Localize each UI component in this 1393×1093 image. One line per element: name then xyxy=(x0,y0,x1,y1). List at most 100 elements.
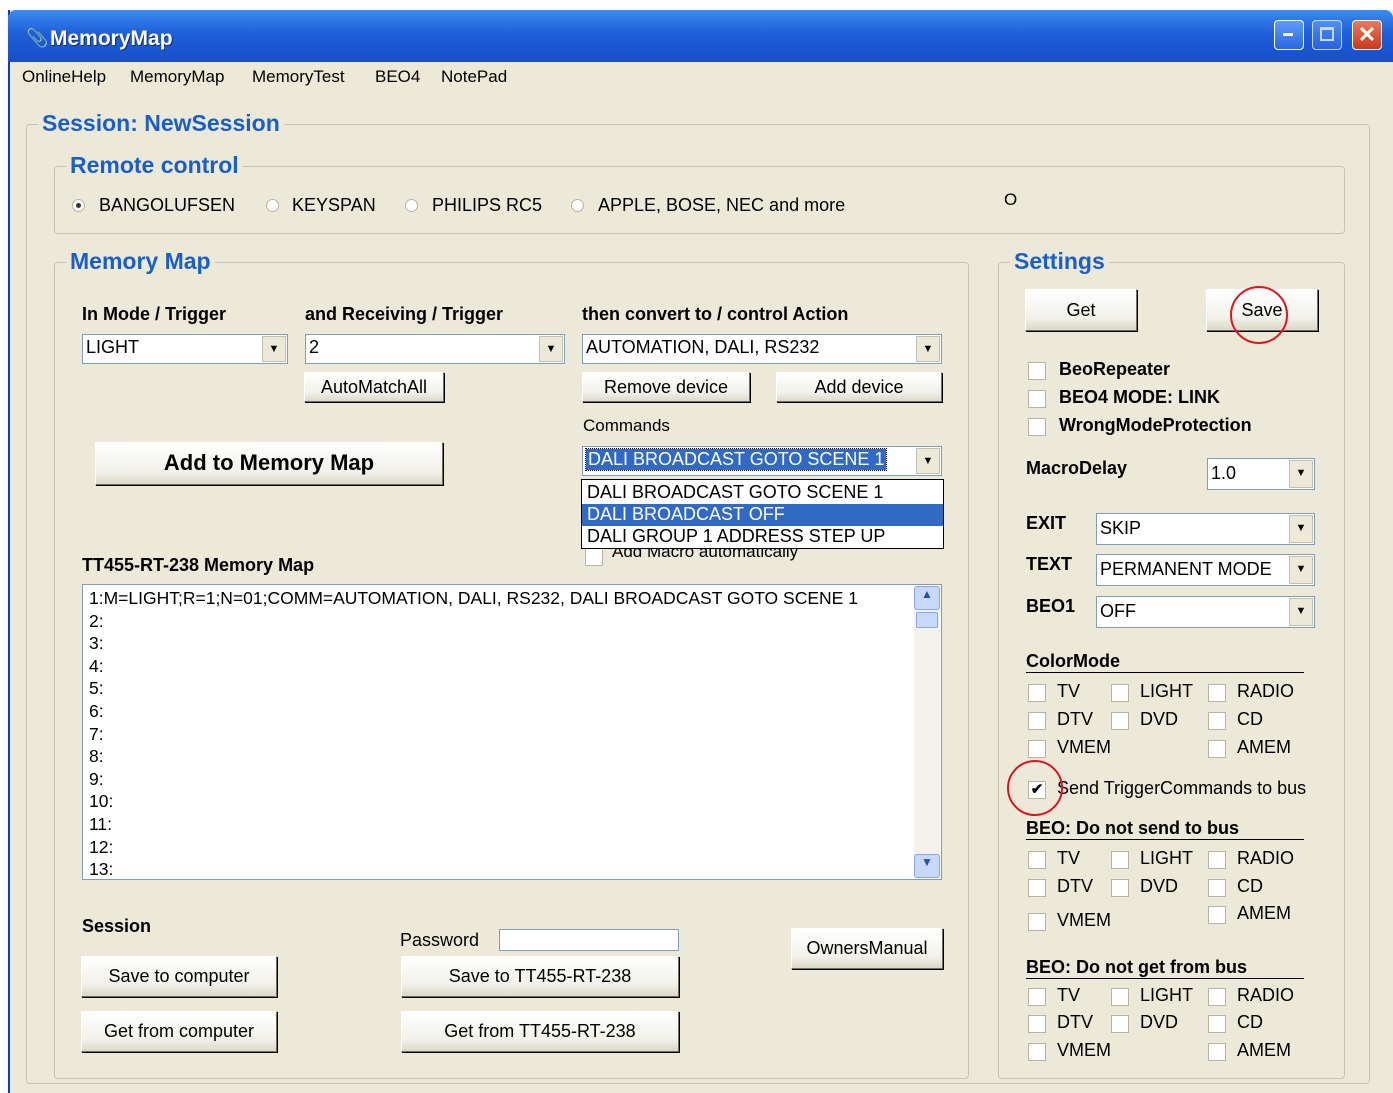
session-title: Session: NewSession xyxy=(38,110,284,137)
receiving-select[interactable]: 2 ▼ xyxy=(305,334,565,364)
commands-select[interactable]: DALI BROADCAST GOTO SCENE 1 ▼ xyxy=(582,446,942,476)
noget-dvd-checkbox[interactable] xyxy=(1111,1015,1129,1033)
maximize-icon xyxy=(1320,27,1334,41)
noget-tv-label: TV xyxy=(1057,985,1081,1005)
menu-memorymap[interactable]: MemoryMap xyxy=(130,67,224,87)
nosend-amem-checkbox[interactable] xyxy=(1208,906,1226,924)
nosend-tv-checkbox[interactable] xyxy=(1028,851,1046,869)
colormode-dvd-label: DVD xyxy=(1140,709,1179,729)
exit-select[interactable]: SKIP ▼ xyxy=(1096,513,1315,545)
get-from-computer-button[interactable]: Get from computer xyxy=(81,1011,277,1052)
nosend-dvd-checkbox[interactable] xyxy=(1111,879,1129,897)
save-to-device-button[interactable]: Save to TT455-RT-238 xyxy=(401,956,679,997)
memory-map-line: 1:M=LIGHT;R=1;N=01;COMM=AUTOMATION, DALI… xyxy=(89,588,858,608)
radio-philips[interactable] xyxy=(405,199,418,212)
nosend-radio-label: RADIO xyxy=(1237,848,1295,868)
colormode-amem-checkbox[interactable] xyxy=(1208,740,1226,758)
automatchall-button[interactable]: AutoMatchAll xyxy=(304,372,444,402)
scroll-down-button[interactable]: ▼ xyxy=(914,854,940,878)
chevron-down-icon[interactable]: ▼ xyxy=(539,336,563,362)
maximize-button[interactable] xyxy=(1312,20,1342,50)
wrongmode-checkbox[interactable] xyxy=(1028,418,1046,436)
owners-manual-button[interactable]: OwnersManual xyxy=(791,928,943,969)
colormode-radio-checkbox[interactable] xyxy=(1208,684,1226,702)
menu-notepad[interactable]: NotePad xyxy=(441,67,507,87)
no-send-underline xyxy=(1026,839,1304,840)
colormode-light-checkbox[interactable] xyxy=(1111,684,1129,702)
settings-save-button[interactable]: Save xyxy=(1206,289,1318,331)
title-bar[interactable]: 📎 MemoryMap xyxy=(8,10,1393,62)
memory-map-line: 5: xyxy=(89,678,104,699)
scroll-up-button[interactable]: ▲ xyxy=(914,586,940,610)
chevron-down-icon[interactable]: ▼ xyxy=(1289,598,1313,626)
close-button[interactable]: ✕ xyxy=(1352,20,1382,50)
radio-apple[interactable] xyxy=(571,199,584,212)
add-to-memory-map-button[interactable]: Add to Memory Map xyxy=(95,442,443,485)
text-select[interactable]: PERMANENT MODE ▼ xyxy=(1096,554,1315,586)
nosend-light-checkbox[interactable] xyxy=(1111,851,1129,869)
beo1-select[interactable]: OFF ▼ xyxy=(1096,596,1315,628)
chevron-down-icon[interactable]: ▼ xyxy=(916,336,940,362)
macrodelay-select[interactable]: 1.0 ▼ xyxy=(1207,458,1315,490)
memory-map-textarea[interactable]: 1:M=LIGHT;R=1;N=01;COMM=AUTOMATION, DALI… xyxy=(82,584,942,880)
menu-memorytest[interactable]: MemoryTest xyxy=(252,67,345,87)
noget-cd-label: CD xyxy=(1237,1012,1263,1032)
remove-device-button[interactable]: Remove device xyxy=(582,372,750,402)
memory-map-line: 10: xyxy=(89,791,114,812)
save-to-computer-button[interactable]: Save to computer xyxy=(81,956,277,997)
noget-tv-checkbox[interactable] xyxy=(1028,988,1046,1006)
dropdown-option[interactable]: DALI GROUP 1 ADDRESS STEP UP xyxy=(582,526,943,548)
mode-select[interactable]: LIGHT ▼ xyxy=(82,334,288,364)
colormode-vmem-label: VMEM xyxy=(1057,737,1111,757)
radio-philips-label: PHILIPS RC5 xyxy=(432,195,543,215)
remote-control-title: Remote control xyxy=(66,152,243,179)
radio-bangolufsen-label: BANGOLUFSEN xyxy=(99,195,236,215)
settings-get-button[interactable]: Get xyxy=(1025,289,1137,331)
noget-radio-checkbox[interactable] xyxy=(1208,988,1226,1006)
noget-dtv-checkbox[interactable] xyxy=(1028,1015,1046,1033)
nosend-dtv-checkbox[interactable] xyxy=(1028,879,1046,897)
colormode-cd-checkbox[interactable] xyxy=(1208,712,1226,730)
action-label: then convert to / control Action xyxy=(582,304,849,324)
add-device-button[interactable]: Add device xyxy=(776,372,942,402)
nosend-cd-checkbox[interactable] xyxy=(1208,879,1226,897)
send-trigger-checkbox[interactable]: ✔ xyxy=(1028,781,1046,799)
menu-beo4[interactable]: BEO4 xyxy=(375,67,420,87)
colormode-tv-checkbox[interactable] xyxy=(1028,684,1046,702)
noget-dvd-label: DVD xyxy=(1140,1012,1179,1032)
add-macro-checkbox[interactable] xyxy=(585,548,603,566)
action-select[interactable]: AUTOMATION, DALI, RS232 ▼ xyxy=(582,334,942,364)
dropdown-option[interactable]: DALI BROADCAST GOTO SCENE 1 xyxy=(582,482,943,504)
scrollbar[interactable]: ▲ ▼ xyxy=(914,586,940,878)
text-label: TEXT xyxy=(1026,554,1073,574)
colormode-vmem-checkbox[interactable] xyxy=(1028,740,1046,758)
noget-light-checkbox[interactable] xyxy=(1111,988,1129,1006)
receiving-label: and Receiving / Trigger xyxy=(305,304,504,324)
beorepeater-checkbox[interactable] xyxy=(1028,362,1046,380)
radio-bangolufsen[interactable] xyxy=(72,199,85,212)
nosend-vmem-label: VMEM xyxy=(1057,910,1111,930)
nosend-vmem-checkbox[interactable] xyxy=(1028,913,1046,931)
colormode-dvd-checkbox[interactable] xyxy=(1111,712,1129,730)
colormode-dtv-checkbox[interactable] xyxy=(1028,712,1046,730)
send-trigger-label: Send TriggerCommands to bus xyxy=(1057,778,1307,798)
dropdown-option-highlighted[interactable]: DALI BROADCAST OFF xyxy=(582,504,943,526)
minimize-button[interactable] xyxy=(1274,20,1304,50)
noget-amem-checkbox[interactable] xyxy=(1208,1043,1226,1061)
nosend-radio-checkbox[interactable] xyxy=(1208,851,1226,869)
noget-cd-checkbox[interactable] xyxy=(1208,1015,1226,1033)
get-from-device-button[interactable]: Get from TT455-RT-238 xyxy=(401,1011,679,1052)
password-field[interactable] xyxy=(499,929,679,951)
chevron-down-icon[interactable]: ▼ xyxy=(1289,515,1313,543)
chevron-down-icon[interactable]: ▼ xyxy=(262,336,286,362)
chevron-down-icon[interactable]: ▼ xyxy=(1289,556,1313,584)
scroll-thumb[interactable] xyxy=(916,612,938,628)
beo4-mode-checkbox[interactable] xyxy=(1028,390,1046,408)
menu-onlinehelp[interactable]: OnlineHelp xyxy=(22,67,106,87)
radio-keyspan[interactable] xyxy=(266,199,279,212)
memory-map-line: 6: xyxy=(89,700,104,721)
chevron-down-icon[interactable]: ▼ xyxy=(1289,460,1313,488)
noget-vmem-checkbox[interactable] xyxy=(1028,1043,1046,1061)
memory-map-line: 2: xyxy=(89,610,104,631)
chevron-down-icon[interactable]: ▼ xyxy=(916,448,940,474)
